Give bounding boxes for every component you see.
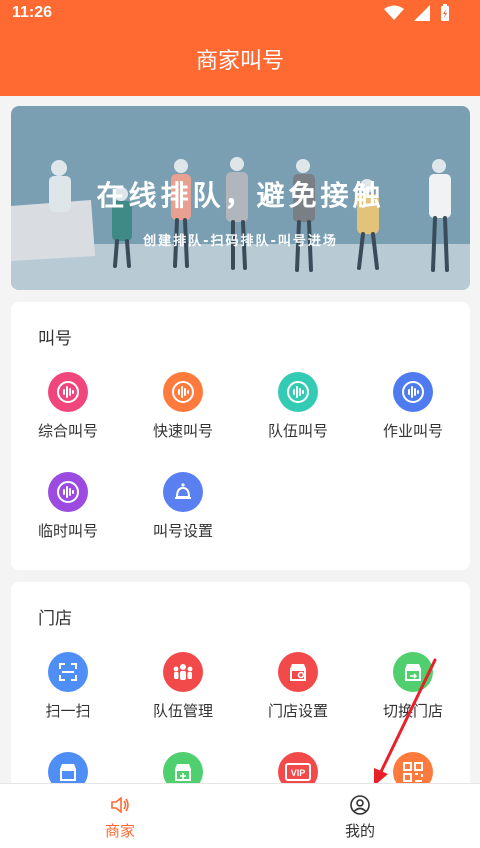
bottom-tab-bar: 商家 我的 (0, 783, 480, 848)
team-call-button[interactable]: 队伍叫号 (243, 372, 353, 441)
comprehensive-call-button[interactable]: 综合叫号 (13, 372, 123, 441)
status-bar: 11:26 (0, 0, 480, 28)
task-call-button[interactable]: 作业叫号 (358, 372, 468, 441)
svg-text:VIP: VIP (291, 768, 306, 778)
promo-banner[interactable]: 在线排队，避免接触 创建排队-扫码排队-叫号进场 (11, 106, 470, 290)
call-settings-button[interactable]: 叫号设置 (128, 472, 238, 541)
tab-merchant[interactable]: 商家 (0, 784, 240, 848)
team-management-button[interactable]: 队伍管理 (128, 652, 238, 721)
signal-icon (414, 5, 430, 21)
store-section: 门店 扫一扫 队伍管理 门店设置 切换门店 VIP (11, 582, 470, 812)
team-call-label: 队伍叫号 (267, 422, 328, 440)
store-settings-label: 门店设置 (267, 702, 328, 720)
scan-icon (48, 652, 88, 692)
call-settings-label: 叫号设置 (152, 522, 213, 540)
tab-mine[interactable]: 我的 (240, 784, 480, 848)
task-call-label: 作业叫号 (382, 422, 443, 440)
sound-wave-icon (48, 472, 88, 512)
sound-wave-icon (393, 372, 433, 412)
status-time: 11:26 (12, 4, 53, 21)
store-switch-icon (393, 652, 433, 692)
bell-icon (163, 472, 203, 512)
banner-subheading: 创建排队-扫码排队-叫号进场 (143, 234, 338, 249)
speaker-icon (111, 796, 129, 814)
sound-wave-icon (48, 372, 88, 412)
quick-call-label: 快速叫号 (152, 422, 213, 440)
page-title: 商家叫号 (195, 49, 284, 74)
system-icons (384, 4, 450, 22)
app-bar: 商家叫号 (0, 28, 480, 96)
store-settings-icon (278, 652, 318, 692)
comprehensive-call-label: 综合叫号 (37, 422, 98, 440)
team-icon (163, 652, 203, 692)
call-section: 叫号 综合叫号 快速叫号 队伍叫号 作业叫号 临时叫号 叫号设置 (11, 302, 470, 570)
banner-heading: 在线排队，避免接触 (96, 179, 385, 212)
user-icon (350, 795, 370, 815)
scan-label: 扫一扫 (45, 702, 91, 720)
store-settings-button[interactable]: 门店设置 (243, 652, 353, 721)
switch-store-button[interactable]: 切换门店 (358, 652, 468, 721)
tab-mine-label: 我的 (344, 822, 375, 840)
store-section-title: 门店 (38, 609, 72, 629)
scan-button[interactable]: 扫一扫 (13, 652, 123, 721)
tab-merchant-label: 商家 (104, 822, 135, 840)
call-section-title: 叫号 (38, 329, 72, 349)
wifi-icon (384, 5, 404, 20)
temporary-call-label: 临时叫号 (37, 522, 98, 540)
sound-wave-icon (163, 372, 203, 412)
battery-icon (441, 4, 449, 21)
sound-wave-icon (278, 372, 318, 412)
switch-store-label: 切换门店 (382, 702, 443, 720)
temporary-call-button[interactable]: 临时叫号 (13, 472, 123, 541)
quick-call-button[interactable]: 快速叫号 (128, 372, 238, 441)
team-management-label: 队伍管理 (152, 702, 213, 720)
